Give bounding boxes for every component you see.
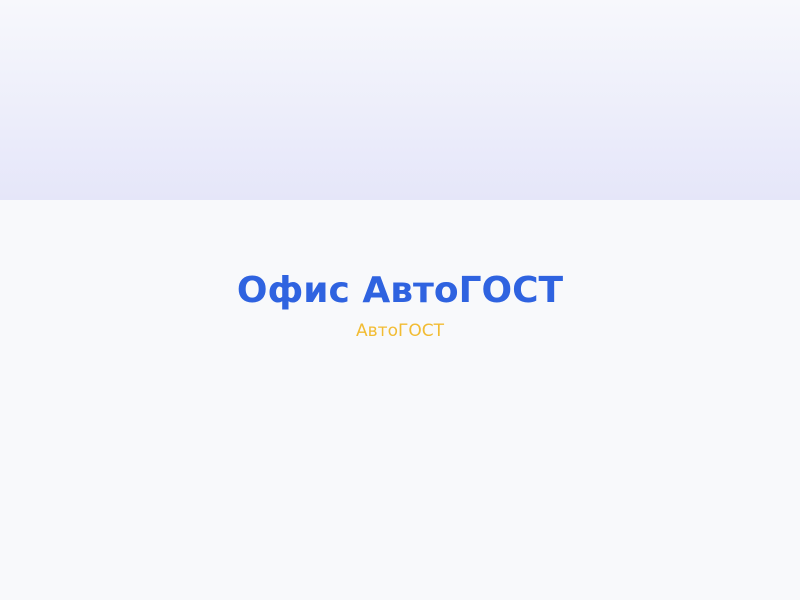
header-banner [0,0,800,200]
page-title: Офис АвтоГОСТ [236,270,564,311]
brand-subtitle: АвтоГОСТ [356,321,444,341]
main-content [0,200,800,600]
